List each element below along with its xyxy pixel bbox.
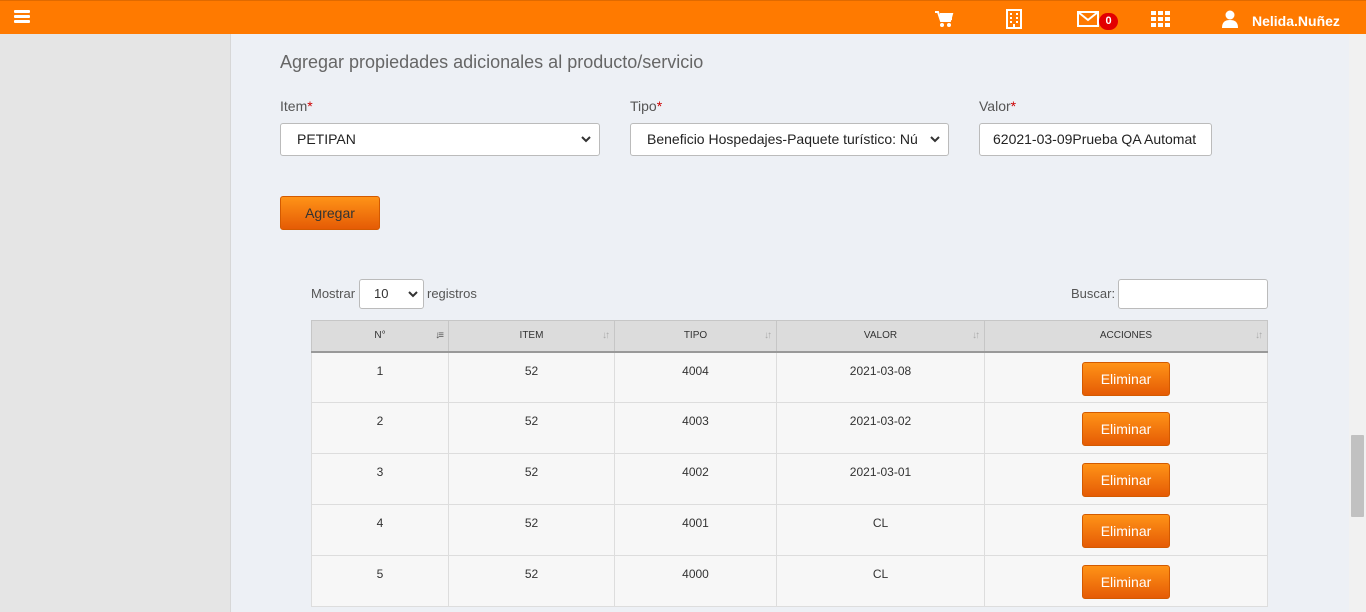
cell-acciones: Eliminar (984, 555, 1268, 607)
cell-item: 52 (448, 402, 615, 454)
sort-icon: ↓↑ (972, 330, 980, 341)
cell-acciones: Eliminar (984, 402, 1268, 454)
sort-asc-icon: ↓≡ (435, 330, 444, 341)
scrollbar-track[interactable] (1349, 34, 1366, 612)
delete-button[interactable]: Eliminar (1082, 463, 1170, 497)
scrollbar-thumb[interactable] (1351, 435, 1364, 517)
delete-button[interactable]: Eliminar (1082, 514, 1170, 548)
cell-n: 2 (311, 402, 449, 454)
mail-icon[interactable] (1077, 8, 1099, 30)
cell-tipo: 4002 (614, 453, 777, 505)
sort-icon: ↓↑ (764, 330, 772, 341)
page-length-select[interactable]: 10 (359, 279, 424, 309)
cell-item: 52 (448, 555, 615, 607)
chevron-down-icon (579, 124, 593, 155)
table-row: 2 52 4003 2021-03-02 Eliminar (311, 402, 1268, 454)
table-row: 1 52 4004 2021-03-08 Eliminar (311, 351, 1268, 403)
cart-icon[interactable] (934, 8, 954, 30)
cell-n: 1 (311, 351, 449, 403)
sidebar (0, 34, 231, 612)
properties-table: N° ↓≡ ITEM ↓↑ TIPO ↓↑ VALOR ↓↑ ACCIONES ↓↑ 1 … (311, 320, 1268, 607)
cell-item: 52 (448, 504, 615, 556)
table-row: 5 52 4000 CL Eliminar (311, 555, 1268, 607)
cell-acciones: Eliminar (984, 453, 1268, 505)
sort-icon: ↓↑ (602, 330, 610, 341)
cell-valor: CL (776, 555, 985, 607)
cell-tipo: 4000 (614, 555, 777, 607)
apps-grid-icon[interactable] (1151, 8, 1170, 30)
table-row: 3 52 4002 2021-03-01 Eliminar (311, 453, 1268, 505)
cell-acciones: Eliminar (984, 351, 1268, 403)
item-label: Item* (280, 98, 313, 114)
chevron-down-icon (928, 124, 942, 155)
cell-item: 52 (448, 453, 615, 505)
tipo-label: Tipo* (630, 98, 663, 114)
cell-valor: CL (776, 504, 985, 556)
building-icon[interactable] (1006, 8, 1022, 30)
search-input[interactable] (1118, 279, 1268, 309)
column-header-item[interactable]: ITEM ↓↑ (448, 320, 615, 353)
cell-tipo: 4001 (614, 504, 777, 556)
column-header-valor[interactable]: VALOR ↓↑ (776, 320, 985, 353)
menu-icon[interactable] (14, 10, 30, 24)
chevron-down-icon (408, 291, 418, 298)
cell-tipo: 4004 (614, 351, 777, 403)
cell-valor: 2021-03-08 (776, 351, 985, 403)
delete-button[interactable]: Eliminar (1082, 565, 1170, 599)
cell-valor: 2021-03-01 (776, 453, 985, 505)
search-label: Buscar: (1071, 286, 1116, 301)
cell-tipo: 4003 (614, 402, 777, 454)
delete-button[interactable]: Eliminar (1082, 361, 1170, 396)
user-icon[interactable] (1221, 8, 1239, 30)
column-header-tipo[interactable]: TIPO ↓↑ (614, 320, 777, 353)
top-navbar: 0 Nelida.Nuñez (0, 0, 1366, 34)
delete-button[interactable]: Eliminar (1082, 412, 1170, 446)
cell-item: 52 (448, 351, 615, 403)
cell-n: 5 (311, 555, 449, 607)
valor-label: Valor* (979, 98, 1017, 114)
cell-n: 4 (311, 504, 449, 556)
item-select[interactable]: PETIPAN (280, 123, 600, 156)
sort-icon: ↓↑ (1255, 330, 1263, 341)
valor-input[interactable]: 62021-03-09Prueba QA Automat (979, 123, 1212, 156)
page-title: Agregar propiedades adicionales al produ… (280, 52, 704, 72)
mail-count-badge: 0 (1099, 13, 1118, 30)
cell-valor: 2021-03-02 (776, 402, 985, 454)
cell-n: 3 (311, 453, 449, 505)
show-label: Mostrar (311, 286, 356, 301)
user-name[interactable]: Nelida.Nuñez (1252, 13, 1340, 29)
add-button[interactable]: Agregar (280, 196, 380, 230)
table-row: 4 52 4001 CL Eliminar (311, 504, 1268, 556)
column-header-acciones[interactable]: ACCIONES ↓↑ (984, 320, 1268, 353)
column-header-n[interactable]: N° ↓≡ (311, 320, 449, 353)
tipo-select[interactable]: Beneficio Hospedajes-Paquete turístico: … (630, 123, 949, 156)
cell-acciones: Eliminar (984, 504, 1268, 556)
records-label: registros (427, 286, 477, 301)
